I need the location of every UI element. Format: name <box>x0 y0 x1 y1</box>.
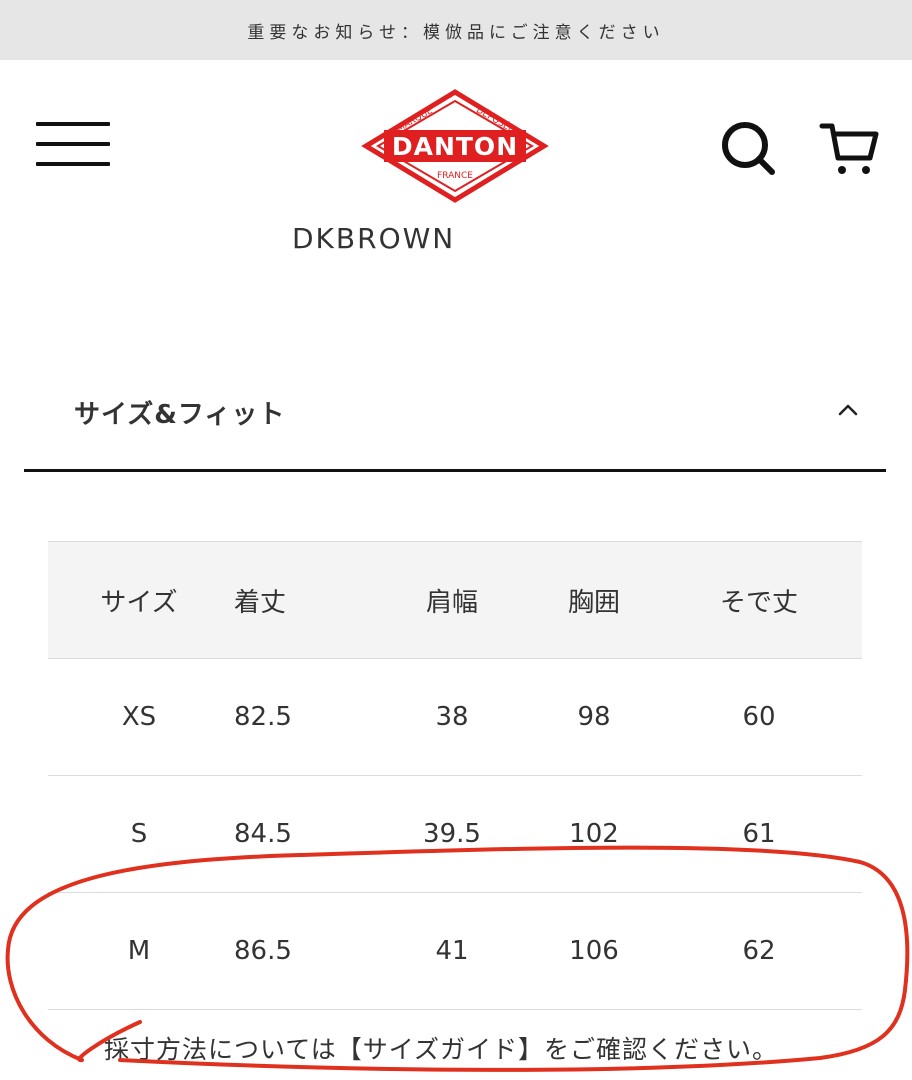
header-shoulder: 肩幅 <box>292 541 532 659</box>
cell-length: 86.5 <box>230 892 292 1010</box>
danton-logo[interactable]: DANTON MARQUE DÉPOSÉE FRANCE <box>360 86 550 206</box>
site-header: DANTON MARQUE DÉPOSÉE FRANCE <box>0 60 912 230</box>
notice-text[interactable]: 重要なお知らせ：模倣品にご注意ください <box>247 18 664 43</box>
hamburger-menu-icon[interactable] <box>36 120 110 168</box>
table-row: S 84.5 39.5 102 61 <box>48 775 862 893</box>
cell-chest: 106 <box>532 892 656 1010</box>
chevron-up-icon[interactable] <box>836 398 860 422</box>
size-fit-title: サイズ&フィット <box>74 400 286 430</box>
cell-sleeve: 61 <box>656 775 862 893</box>
product-color-name: DKBROWN <box>292 222 456 252</box>
cell-size: S <box>48 775 230 893</box>
cell-sleeve: 60 <box>656 658 862 776</box>
cell-size: XS <box>48 658 230 776</box>
logo-wordmark: DANTON <box>392 132 518 161</box>
cell-shoulder: 39.5 <box>292 775 532 893</box>
cell-length: 82.5 <box>230 658 292 776</box>
size-table: サイズ 着丈 肩幅 胸囲 そで丈 XS 82.5 38 98 60 S 84.5… <box>48 541 862 1010</box>
size-guide-note[interactable]: 採寸方法については【サイズガイド】をご確認ください。 <box>104 1030 778 1066</box>
header-length: 着丈 <box>230 541 292 659</box>
cell-shoulder: 38 <box>292 658 532 776</box>
section-divider <box>24 469 886 472</box>
table-header-row: サイズ 着丈 肩幅 胸囲 そで丈 <box>48 541 862 659</box>
cell-chest: 102 <box>532 775 656 893</box>
table-row: XS 82.5 38 98 60 <box>48 658 862 776</box>
cell-shoulder: 41 <box>292 892 532 1010</box>
search-icon[interactable] <box>718 118 778 178</box>
header-chest: 胸囲 <box>532 541 656 659</box>
cell-size: M <box>48 892 230 1010</box>
logo-france: FRANCE <box>437 171 473 181</box>
cell-sleeve: 62 <box>656 892 862 1010</box>
cell-length: 84.5 <box>230 775 292 893</box>
header-size: サイズ <box>48 541 230 659</box>
table-row: M 86.5 41 106 62 <box>48 892 862 1010</box>
notice-bar[interactable]: 重要なお知らせ：模倣品にご注意ください <box>0 0 912 60</box>
cell-chest: 98 <box>532 658 656 776</box>
cart-icon[interactable] <box>818 118 882 178</box>
header-sleeve: そで丈 <box>656 541 862 659</box>
size-fit-accordion-header[interactable]: サイズ&フィット <box>24 370 886 470</box>
